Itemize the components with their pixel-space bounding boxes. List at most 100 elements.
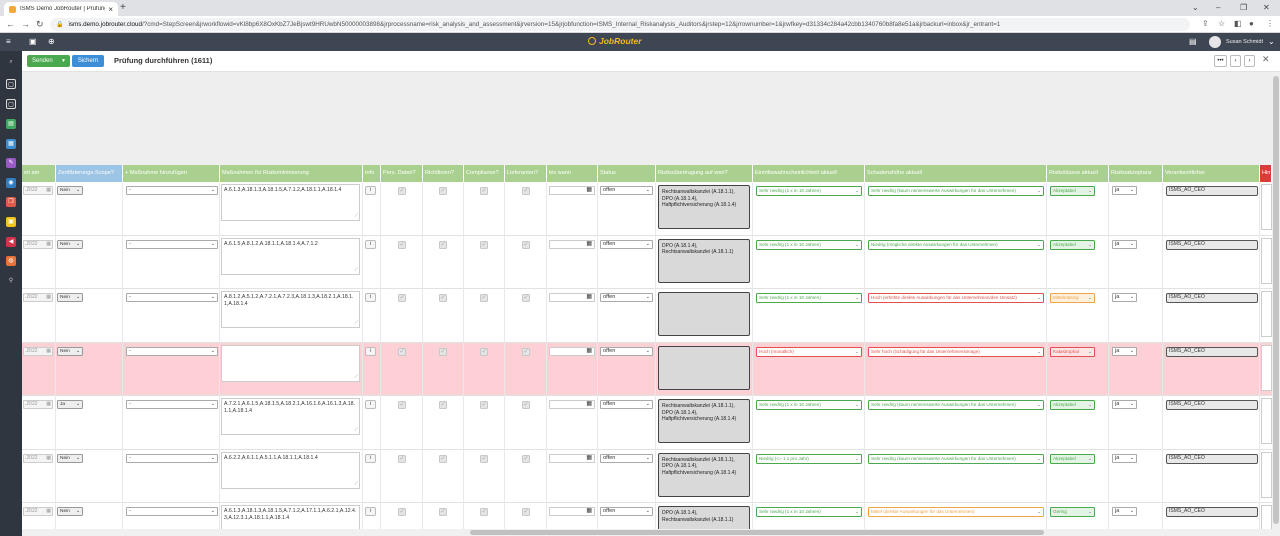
measures-textarea[interactable]: A.6.1.3,A.18.1.3,A.18.1.5,A.7.1.2,A.17.1… bbox=[221, 505, 360, 529]
probability-select[interactable]: Sehr niedrig (1 x in 10 Jahren) ⌄ bbox=[756, 400, 862, 410]
measures-textarea[interactable]: ⟋ bbox=[221, 344, 360, 382]
responsible-field[interactable]: ISMS_AO_CEO bbox=[1166, 186, 1258, 196]
maximize-icon[interactable]: ❐ bbox=[1240, 2, 1247, 14]
damage-select[interactable]: Hoch (erhöhte direkte Auswirkungen für d… bbox=[868, 293, 1044, 303]
acceptance-select[interactable]: ja ⌄ bbox=[1112, 239, 1137, 249]
hint-field[interactable] bbox=[1261, 237, 1272, 284]
probability-select[interactable]: Sehr niedrig (1 x in 10 Jahren) ⌄ bbox=[756, 507, 862, 517]
responsible-field[interactable]: ISMS_AO_CEO bbox=[1166, 453, 1258, 464]
save-button[interactable]: Sichern bbox=[72, 55, 104, 67]
next-icon[interactable]: › bbox=[1244, 55, 1255, 67]
image-icon[interactable]: ▦ bbox=[6, 139, 16, 149]
policies-checkbox[interactable]: ✓ bbox=[439, 401, 447, 409]
hint-field[interactable] bbox=[1261, 398, 1272, 444]
add-measure-select[interactable]: - ⌄ bbox=[126, 186, 218, 195]
personal-data-checkbox[interactable]: ✓ bbox=[398, 240, 406, 249]
users-icon[interactable]: ◍ bbox=[6, 256, 16, 266]
back-icon[interactable]: ← bbox=[6, 19, 15, 29]
hamburger-icon[interactable]: ≡ bbox=[6, 37, 11, 47]
scroll-thumb[interactable] bbox=[1273, 76, 1279, 524]
scope-select[interactable]: Nein ⌄ bbox=[57, 507, 83, 516]
sidepanel-icon[interactable]: ◧ bbox=[1234, 19, 1242, 29]
due-date-input[interactable]: ▦ bbox=[549, 453, 595, 463]
personal-data-checkbox[interactable]: ✓ bbox=[398, 347, 406, 356]
add-measure-select[interactable]: - ⌄ bbox=[126, 507, 218, 516]
calendar-icon[interactable]: ▦ bbox=[586, 508, 592, 515]
hint-field[interactable] bbox=[1261, 451, 1272, 498]
transfer-field[interactable] bbox=[658, 345, 750, 390]
suppliers-checkbox[interactable]: ✓ bbox=[522, 508, 530, 516]
calendar-icon[interactable]: ▦ bbox=[586, 241, 592, 248]
personal-data-checkbox[interactable]: ✓ bbox=[398, 454, 406, 463]
due-date-input[interactable]: ▦ bbox=[549, 507, 595, 516]
policies-checkbox[interactable]: ✓ bbox=[439, 347, 447, 356]
transfer-field[interactable]: Rechtsanwaltskanzlei (A.18.1.1), DPO (A.… bbox=[658, 452, 750, 497]
info-button[interactable]: i bbox=[365, 239, 376, 249]
info-button[interactable]: i bbox=[365, 507, 376, 516]
suppliers-checkbox[interactable]: ✓ bbox=[522, 347, 530, 356]
add-measure-select[interactable]: - ⌄ bbox=[126, 400, 218, 409]
calendar-icon[interactable]: ▤ bbox=[1189, 37, 1197, 47]
status-select[interactable]: offen ⌄ bbox=[600, 239, 653, 249]
probability-select[interactable]: Hoch (monatlich) ⌄ bbox=[756, 346, 862, 357]
measures-textarea[interactable]: A.6.1.3,A.18.1.3,A.18.1.5,A.7.1.2,A.18.1… bbox=[221, 184, 360, 221]
damage-select[interactable]: Sehr niedrig (kaum nennenswerte Auswirku… bbox=[868, 453, 1044, 464]
calendar-icon[interactable]: ▦ bbox=[586, 401, 592, 408]
damage-select[interactable]: Sehr niedrig (kaum nennenswerte Auswirku… bbox=[868, 186, 1044, 196]
damage-select[interactable]: Sehr hoch (Schädigung für das Unternehme… bbox=[868, 346, 1044, 357]
suppliers-checkbox[interactable]: ✓ bbox=[522, 187, 530, 195]
transfer-field[interactable]: DPO (A.18.1.4), Rechtsanwaltskanzlei (A.… bbox=[658, 238, 750, 283]
due-date-input[interactable]: ▦ bbox=[549, 346, 595, 356]
megaphone-icon[interactable]: ◀ bbox=[6, 237, 16, 247]
responsible-field[interactable]: ISMS_AO_CEO bbox=[1166, 507, 1258, 517]
url-field[interactable]: 🔒 isms.demo.jobrouter.cloud /?cmd=StepSc… bbox=[50, 18, 1190, 31]
status-select[interactable]: offen ⌄ bbox=[600, 346, 653, 356]
add-measure-select[interactable]: - ⌄ bbox=[126, 239, 218, 249]
inbox-icon[interactable]: ▢ bbox=[6, 79, 16, 89]
personal-data-checkbox[interactable]: ✓ bbox=[398, 508, 406, 516]
status-select[interactable]: offen ⌄ bbox=[600, 400, 653, 409]
document-icon[interactable]: ▤ bbox=[6, 119, 16, 129]
acceptance-select[interactable]: ja ⌄ bbox=[1112, 453, 1137, 463]
forward-icon[interactable]: → bbox=[21, 19, 30, 29]
scope-select[interactable]: Nein ⌄ bbox=[57, 453, 83, 463]
acceptance-select[interactable]: ja ⌄ bbox=[1112, 400, 1137, 409]
resize-handle-icon[interactable]: ⟋ bbox=[354, 427, 358, 434]
measures-textarea[interactable]: A.6.2.2,A.6.1.1,A.5.1.1,A.18.1.1,A.18.1.… bbox=[221, 451, 360, 489]
status-select[interactable]: offen ⌄ bbox=[600, 453, 653, 463]
acceptance-select[interactable]: ja ⌄ bbox=[1112, 186, 1137, 195]
due-date-input[interactable]: ▦ bbox=[549, 293, 595, 302]
bookmark-icon[interactable]: ▣ bbox=[29, 37, 37, 47]
add-measure-select[interactable]: - ⌄ bbox=[126, 453, 218, 463]
due-date-input[interactable]: ▦ bbox=[549, 239, 595, 249]
compliance-checkbox[interactable]: ✓ bbox=[480, 294, 488, 302]
status-select[interactable]: offen ⌄ bbox=[600, 293, 653, 302]
task-icon[interactable]: ✎ bbox=[6, 158, 16, 168]
compliance-checkbox[interactable]: ✓ bbox=[480, 401, 488, 409]
info-button[interactable]: i bbox=[365, 186, 376, 195]
transfer-field[interactable]: Rechtsanwaltskanzlei (A.18.1.1), DPO (A.… bbox=[658, 399, 750, 443]
policies-checkbox[interactable]: ✓ bbox=[439, 240, 447, 249]
compliance-checkbox[interactable]: ✓ bbox=[480, 187, 488, 195]
chevron-down-icon[interactable]: ▼ bbox=[61, 55, 66, 67]
personal-data-checkbox[interactable]: ✓ bbox=[398, 294, 406, 302]
compliance-checkbox[interactable]: ✓ bbox=[480, 347, 488, 356]
resize-handle-icon[interactable]: ⟋ bbox=[354, 320, 358, 327]
info-button[interactable]: i bbox=[365, 400, 376, 409]
compliance-checkbox[interactable]: ✓ bbox=[480, 454, 488, 463]
acceptance-select[interactable]: ja ⌄ bbox=[1112, 346, 1137, 356]
close-icon[interactable]: ✕ bbox=[1262, 54, 1270, 65]
responsible-field[interactable]: ISMS_AO_CEO bbox=[1166, 400, 1258, 410]
prev-icon[interactable]: ‹ bbox=[1230, 55, 1241, 67]
measures-textarea[interactable]: A.7.2.1,A.6.1.5,A.18.1.5,A.18.2.1,A.16.1… bbox=[221, 398, 360, 435]
suppliers-checkbox[interactable]: ✓ bbox=[522, 294, 530, 302]
star-icon[interactable]: ☆ bbox=[1218, 19, 1225, 29]
probability-select[interactable]: Sehr niedrig (1 x in 10 Jahren) ⌄ bbox=[756, 293, 862, 303]
acceptance-select[interactable]: ja ⌄ bbox=[1112, 507, 1137, 516]
due-date-input[interactable]: ▦ bbox=[549, 186, 595, 195]
responsible-field[interactable]: ISMS_AO_CEO bbox=[1166, 239, 1258, 250]
status-select[interactable]: offen ⌄ bbox=[600, 186, 653, 195]
chevron-down-icon[interactable]: ⌄ bbox=[1268, 37, 1275, 47]
profile-icon[interactable]: ● bbox=[1249, 19, 1254, 29]
add-measure-select[interactable]: - ⌄ bbox=[126, 293, 218, 302]
